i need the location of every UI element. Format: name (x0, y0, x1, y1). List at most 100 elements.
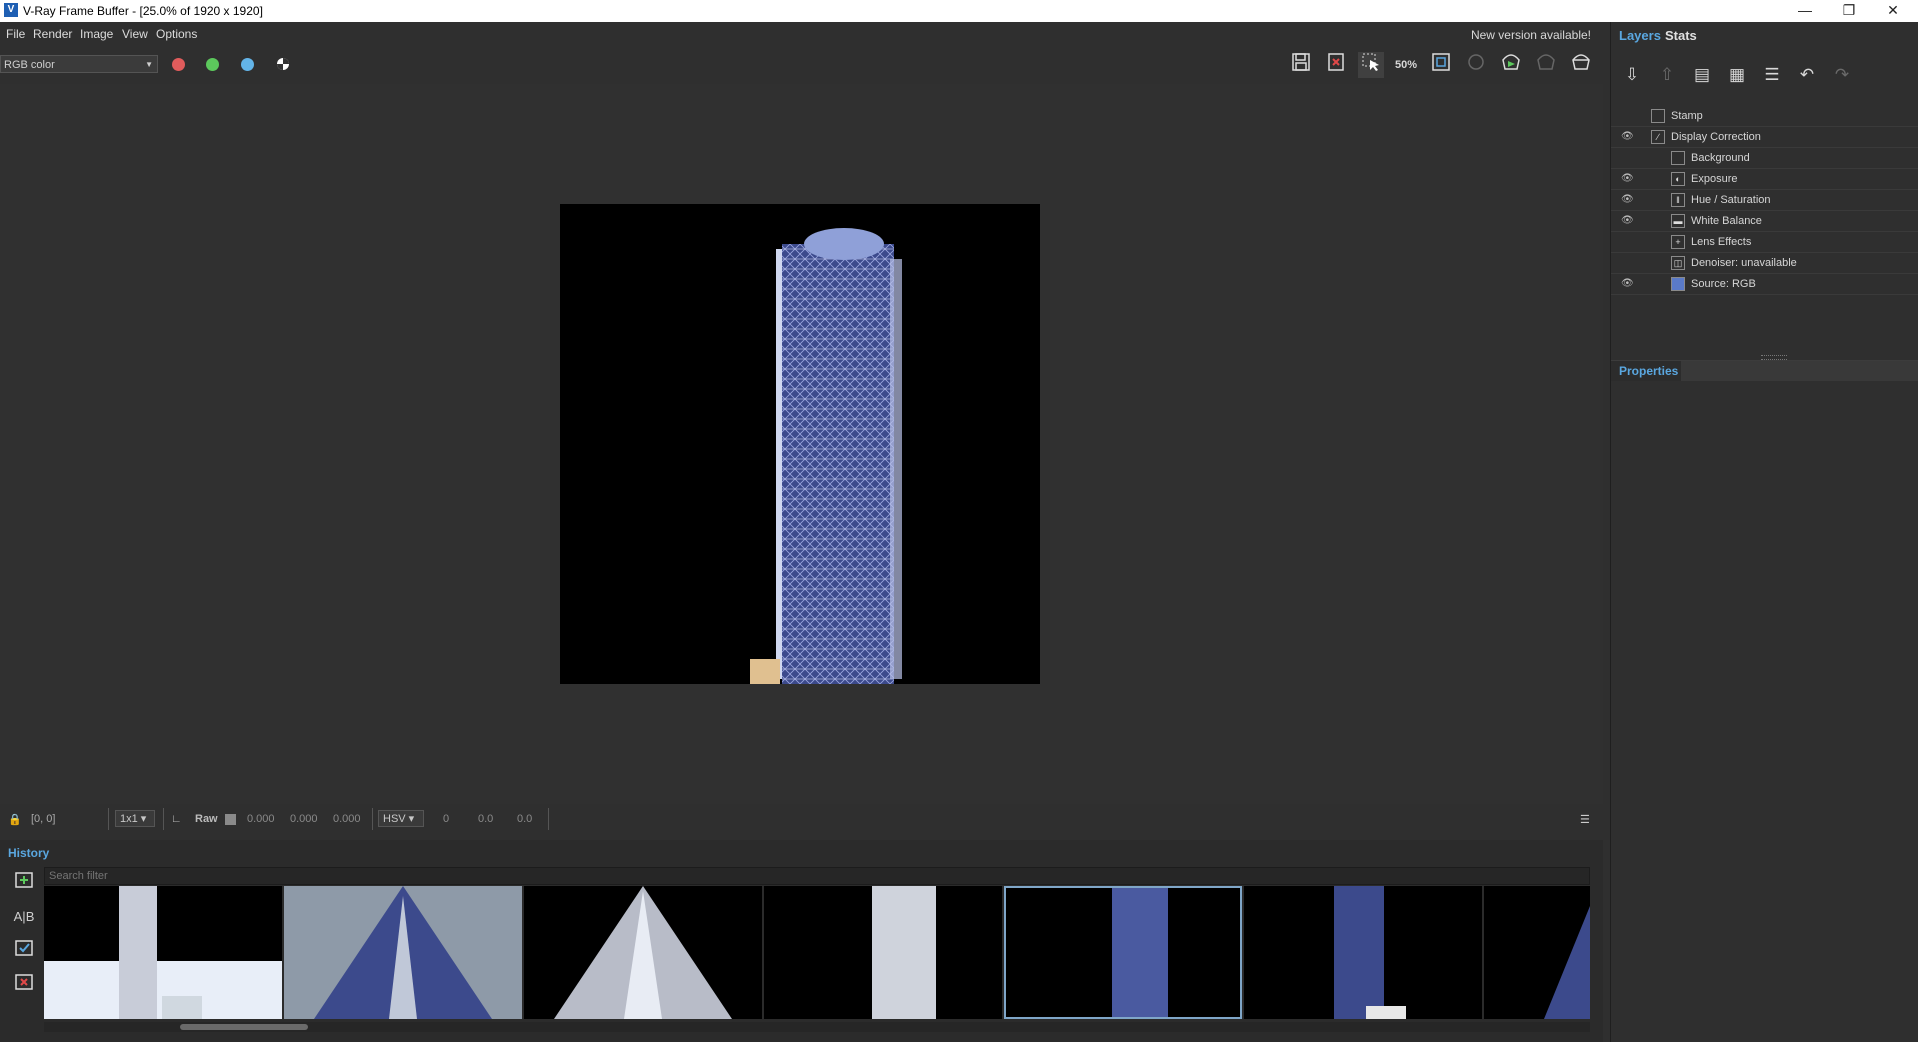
history-thumbnail[interactable] (764, 886, 1002, 1019)
redo-icon[interactable]: ↷ (1829, 62, 1855, 88)
menu-view[interactable]: View (122, 27, 148, 41)
layer-name: Denoiser: unavailable (1691, 257, 1797, 269)
tab-layers[interactable]: Layers (1619, 28, 1661, 43)
layer-row[interactable]: 👁 Source: RGB (1611, 274, 1918, 295)
title-bar: V V-Ray Frame Buffer - [25.0% of 1920 x … (0, 0, 1918, 22)
green-value: 0.000 (290, 813, 318, 825)
menu-options[interactable]: Options (156, 27, 197, 41)
remove-history-icon[interactable] (11, 972, 37, 998)
history-thumbnail[interactable] (1484, 886, 1590, 1019)
layer-name: Exposure (1691, 173, 1738, 185)
layer-name: Display Correction (1671, 131, 1761, 143)
layer-preset2-icon[interactable]: ▦ (1724, 62, 1750, 88)
eye-icon[interactable]: 👁 (1621, 216, 1635, 226)
sample-size-select[interactable]: 1x1 ▾ (115, 810, 155, 827)
history-thumbnail-selected[interactable] (1004, 886, 1242, 1019)
green-channel-button[interactable] (206, 58, 219, 71)
display-correction-icon: ∕ (1651, 130, 1665, 144)
undo-icon[interactable]: ↶ (1794, 62, 1820, 88)
menu-file[interactable]: File (6, 27, 25, 41)
properties-header-bar (1681, 361, 1918, 381)
alpha-channel-icon[interactable] (276, 57, 290, 71)
colorspace-value: HSV (383, 813, 406, 825)
layer-name: Stamp (1671, 110, 1703, 122)
eye-icon[interactable]: 👁 (1621, 132, 1635, 142)
vray-app-icon: V (4, 3, 18, 17)
channel-select-value: RGB color (4, 59, 55, 71)
panel-toggle-icon[interactable]: ☰ (1580, 813, 1590, 826)
status-bar: 🔒 [0, 0] 1x1 ▾ ∟ Raw 0.000 0.000 0.000 H… (0, 807, 1603, 831)
eye-icon[interactable]: 👁 (1621, 195, 1635, 205)
save-to-history-icon[interactable] (11, 870, 37, 896)
new-version-notice[interactable]: New version available! (1471, 28, 1591, 42)
stop-render-icon[interactable] (1533, 52, 1559, 78)
blue-value: 0.000 (333, 813, 361, 825)
chevron-down-icon: ▼ (145, 60, 153, 69)
eye-icon[interactable]: 👁 (1621, 174, 1635, 184)
menu-render[interactable]: Render (33, 27, 72, 41)
layer-row[interactable]: + Lens Effects (1611, 232, 1918, 253)
restore-icon[interactable]: ❐ (1826, 0, 1872, 22)
fifty-percent-icon[interactable]: 50% (1393, 52, 1419, 78)
divider (108, 808, 109, 830)
stamp-layer-icon (1651, 109, 1665, 123)
history-label: History (8, 846, 50, 860)
properties-header: Properties (1611, 360, 1918, 381)
value-value: 0.0 (517, 813, 533, 825)
properties-label: Properties (1619, 364, 1679, 378)
close-icon[interactable]: ✕ (1870, 0, 1916, 22)
raw-label: Raw (195, 813, 218, 825)
region-render-icon[interactable] (1428, 52, 1454, 78)
layer-row[interactable]: 👁 ∕ Display Correction (1611, 127, 1918, 148)
layer-row[interactable]: Background (1611, 148, 1918, 169)
blue-channel-button[interactable] (241, 58, 254, 71)
divider (163, 808, 164, 830)
white-balance-icon: ▬ (1671, 214, 1685, 228)
clear-image-icon[interactable] (1323, 52, 1349, 78)
layer-row[interactable]: Stamp (1611, 106, 1918, 127)
scrollbar-thumb[interactable] (180, 1024, 308, 1030)
colorspace-select[interactable]: HSV ▾ (378, 810, 424, 827)
layer-name: Background (1691, 152, 1750, 164)
tab-stats[interactable]: Stats (1665, 28, 1697, 43)
minimize-icon[interactable]: — (1782, 0, 1828, 22)
divider (372, 808, 373, 830)
denoiser-icon: ◫ (1671, 256, 1685, 270)
layer-row[interactable]: 👁 ◐ Exposure (1611, 169, 1918, 190)
ab-compare-icon[interactable]: A|B (11, 904, 37, 930)
curve-icon[interactable]: ∟ (171, 813, 182, 825)
layer-row[interactable]: ◫ Denoiser: unavailable (1611, 253, 1918, 274)
load-history-icon[interactable] (11, 938, 37, 964)
track-mouse-icon[interactable] (1358, 52, 1384, 78)
background-layer-icon (1671, 151, 1685, 165)
exposure-icon: ◐ (1671, 172, 1685, 186)
channel-select[interactable]: RGB color ▼ (0, 55, 158, 73)
hue-value: 0 (443, 813, 450, 825)
save-icon[interactable] (1288, 52, 1314, 78)
history-search-input[interactable] (44, 867, 1590, 885)
save-layer-icon[interactable]: ⇧ (1654, 62, 1680, 88)
red-channel-button[interactable] (172, 58, 185, 71)
layer-row[interactable]: 👁 ▬ White Balance (1611, 211, 1918, 232)
layer-preset-icon[interactable]: ▤ (1689, 62, 1715, 88)
layer-row[interactable]: 👁 ‖ Hue / Saturation (1611, 190, 1918, 211)
raw-color-swatch (225, 814, 236, 825)
history-thumbnail[interactable] (284, 886, 522, 1019)
render-last-icon[interactable] (1463, 52, 1489, 78)
history-thumbnail[interactable] (1244, 886, 1482, 1019)
lens-effects-icon: + (1671, 235, 1685, 249)
history-scrollbar[interactable] (44, 1022, 1590, 1032)
start-interactive-icon[interactable] (1498, 52, 1524, 78)
lock-icon[interactable]: 🔒 (8, 813, 22, 826)
window-title: V-Ray Frame Buffer - [25.0% of 1920 x 19… (23, 4, 263, 18)
load-layer-icon[interactable]: ⇩ (1619, 62, 1645, 88)
eye-icon[interactable]: 👁 (1621, 279, 1635, 289)
list-icon[interactable]: ☰ (1759, 62, 1785, 88)
history-thumbnail[interactable] (44, 886, 282, 1019)
menu-image[interactable]: Image (80, 27, 113, 41)
history-thumbnail[interactable] (524, 886, 762, 1019)
history-panel: History A|B (0, 840, 1603, 1042)
render-icon[interactable] (1568, 52, 1594, 78)
saturation-value: 0.0 (478, 813, 494, 825)
hue-saturation-icon: ‖ (1671, 193, 1685, 207)
